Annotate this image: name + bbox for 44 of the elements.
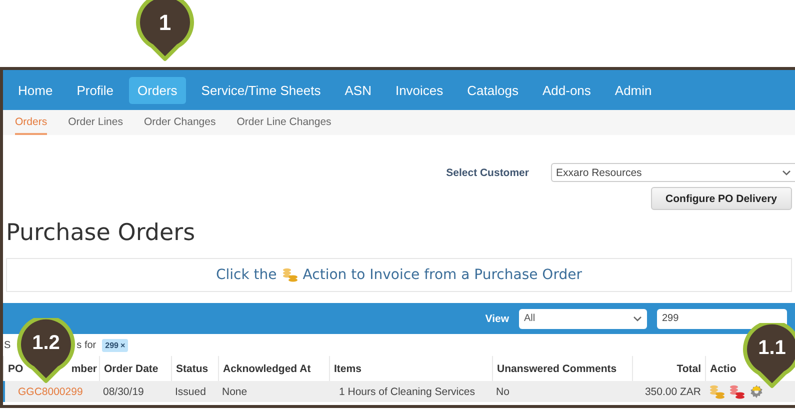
nav-tab[interactable]: Add-ons — [533, 76, 600, 104]
nav-tab[interactable]: ASN — [336, 76, 380, 104]
subnav-tab[interactable]: Order Lines — [68, 116, 123, 135]
nav-tab[interactable]: Profile — [68, 76, 123, 104]
customer-select[interactable]: Exxaro Resources — [551, 163, 795, 182]
coins-icon — [282, 267, 298, 283]
remove-icon[interactable]: × — [120, 340, 126, 350]
table-cell: Issued — [171, 381, 218, 402]
nav-tab[interactable]: Admin — [606, 76, 661, 104]
page-title: Purchase Orders — [6, 220, 196, 246]
search-field[interactable]: 299 — [657, 308, 787, 328]
filter-tag[interactable]: 299 × — [102, 338, 128, 352]
banner-text: Action to Invoice from a Purchase Order — [302, 267, 582, 283]
subnav-tab[interactable]: Order Changes — [144, 116, 216, 135]
nav-tab[interactable]: Invoices — [386, 76, 452, 104]
banner-text: Click the — [216, 267, 277, 283]
coins-icon[interactable] — [709, 384, 725, 400]
gear-icon[interactable] — [749, 384, 764, 399]
nav-tab[interactable]: Service/Time Sheets — [192, 76, 330, 104]
customer-label: Select Customer — [446, 166, 529, 178]
configure-po-delivery-button[interactable]: Configure PO Delivery — [650, 187, 792, 210]
table-cell: 08/30/19 — [99, 381, 171, 402]
results-text: S — [4, 340, 11, 350]
table-cell: 350.00 ZAR — [632, 381, 705, 402]
table-cell: None — [218, 381, 329, 402]
results-text: s for — [76, 340, 96, 350]
column-header: PO — [8, 362, 24, 374]
chevron-icon — [633, 316, 642, 322]
nav-tab[interactable]: Catalogs — [458, 76, 528, 104]
nav-tab[interactable]: Home — [9, 76, 62, 104]
table-cell: 1 Hours of Cleaning Services — [329, 381, 492, 402]
callout-pin-icon — [741, 323, 795, 389]
chevron-icon — [782, 170, 791, 176]
view-label: View — [485, 312, 509, 324]
subnav-tab[interactable]: Order Line Changes — [236, 116, 332, 135]
nav-tab[interactable]: Orders — [128, 76, 186, 104]
coins-icon[interactable] — [729, 384, 745, 400]
callout-number: 1.2 — [31, 332, 61, 355]
subnav-tab[interactable]: Orders — [15, 116, 48, 135]
column-header: mber — [71, 362, 97, 374]
table-cell: No — [492, 381, 632, 402]
callout-number: 1 — [158, 10, 172, 36]
view-select[interactable]: All — [519, 308, 647, 328]
callout-pin-icon — [134, 0, 196, 62]
